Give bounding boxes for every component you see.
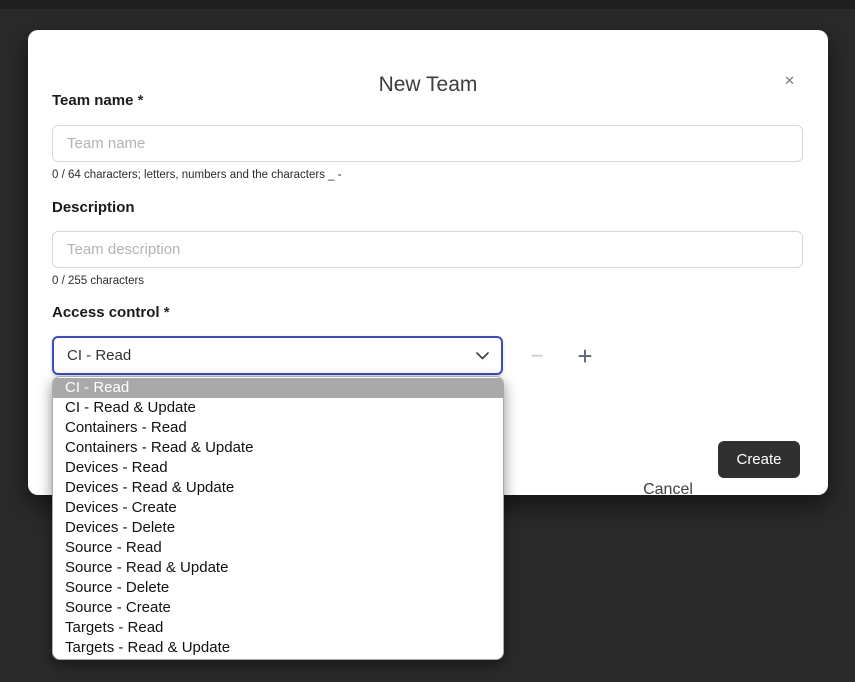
description-helper: 0 / 255 characters (52, 275, 144, 287)
dropdown-option[interactable]: Source - Create (53, 598, 503, 618)
dropdown-option[interactable]: Containers - Read & Update (53, 438, 503, 458)
team-name-label: Team name * (52, 92, 143, 109)
dropdown-option[interactable]: Devices - Read (53, 458, 503, 478)
required-asterisk: * (138, 92, 144, 109)
description-input[interactable] (52, 231, 803, 268)
access-control-selected-value: CI - Read (67, 347, 131, 364)
access-control-select[interactable]: CI - Read (52, 336, 503, 375)
dropdown-option[interactable]: Devices - Read & Update (53, 478, 503, 498)
team-name-label-text: Team name (52, 92, 133, 109)
required-asterisk: * (164, 304, 170, 321)
close-icon[interactable]: ✕ (784, 74, 795, 87)
dropdown-option[interactable]: Source - Read (53, 538, 503, 558)
modal-title: New Team (28, 73, 828, 97)
dropdown-option[interactable]: Targets - Read & Update (53, 638, 503, 658)
create-button[interactable]: Create (718, 441, 800, 478)
dropdown-option[interactable]: CI - Read (53, 378, 503, 398)
dropdown-option[interactable]: Source - Read & Update (53, 558, 503, 578)
dropdown-option[interactable]: Source - Delete (53, 578, 503, 598)
dropdown-option[interactable]: Devices - Delete (53, 518, 503, 538)
access-control-label-text: Access control (52, 304, 160, 321)
access-control-dropdown: CI - Read CI - Read & Update Containers … (52, 376, 504, 660)
chevron-down-icon (476, 352, 489, 360)
access-control-label: Access control * (52, 304, 170, 321)
cancel-button[interactable]: Cancel (635, 471, 701, 508)
team-name-helper: 0 / 64 characters; letters, numbers and … (52, 169, 342, 181)
add-access-control-button[interactable]: + (572, 343, 598, 369)
description-label-text: Description (52, 199, 135, 216)
remove-access-control-button[interactable]: − (524, 343, 550, 369)
description-label: Description (52, 199, 135, 216)
dropdown-option[interactable]: Containers - Read (53, 418, 503, 438)
team-name-input[interactable] (52, 125, 803, 162)
dropdown-option[interactable]: Targets - Read (53, 618, 503, 638)
page-top-strip (0, 0, 855, 9)
dropdown-option[interactable]: Devices - Create (53, 498, 503, 518)
dropdown-option[interactable]: CI - Read & Update (53, 398, 503, 418)
